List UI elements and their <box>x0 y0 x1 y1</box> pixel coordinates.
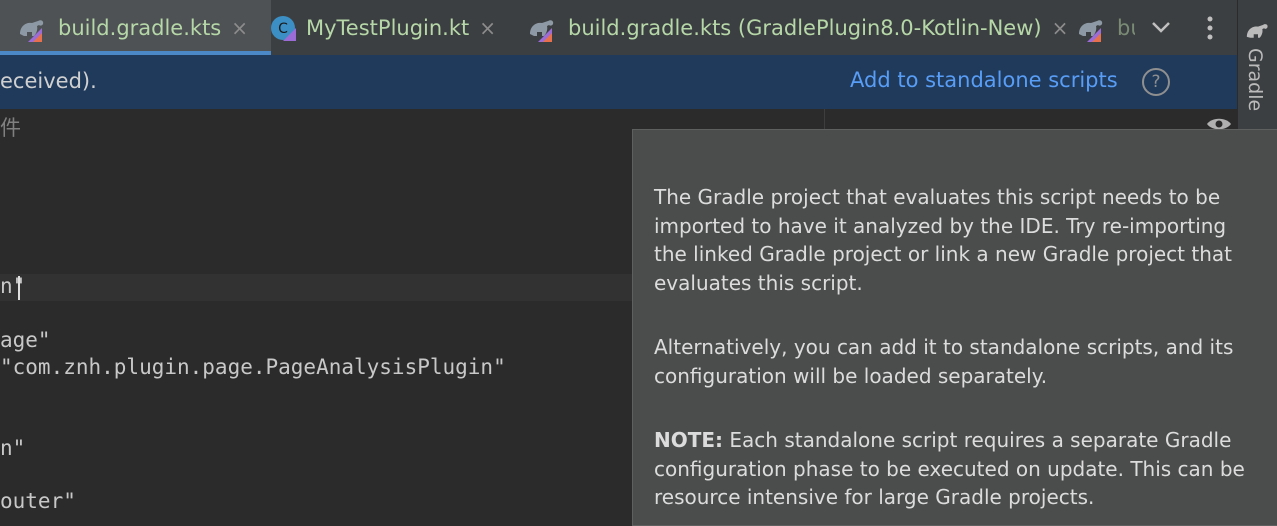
tab-build-gradle-truncated[interactable]: bu <box>1075 0 1135 55</box>
close-icon[interactable]: × <box>1052 16 1069 40</box>
kotlin-class-icon: C <box>270 15 296 41</box>
tab-label: build.gradle.kts (GradlePlugin8.0-Kotlin… <box>568 15 1042 40</box>
tool-window-gradle-label[interactable]: Gradle <box>1244 48 1266 111</box>
popup-paragraph-note: NOTE: Each standalone script requires a … <box>654 426 1254 512</box>
tab-label: bu <box>1117 15 1135 40</box>
more-options-icon[interactable] <box>1200 14 1220 42</box>
tab-label: MyTestPlugin.kt <box>306 15 470 40</box>
notification-banner: eceived). Add to standalone scripts ? <box>0 55 1237 109</box>
add-to-standalone-scripts-link[interactable]: Add to standalone scripts <box>850 68 1118 92</box>
tab-mytestplugin-kt[interactable]: C MyTestPlugin.kt × <box>270 0 496 55</box>
text-caret <box>18 276 20 300</box>
gradle-kotlin-icon <box>1075 12 1107 44</box>
close-icon[interactable]: × <box>479 16 496 40</box>
gradle-kotlin-icon <box>16 12 48 44</box>
close-icon[interactable]: × <box>231 16 248 40</box>
help-icon[interactable]: ? <box>1142 68 1170 96</box>
code-line: n" <box>0 274 26 298</box>
tab-label: build.gradle.kts <box>58 15 222 40</box>
tab-build-gradle-kts-kotlin-new[interactable]: build.gradle.kts (GradlePlugin8.0-Kotlin… <box>526 0 1068 55</box>
popup-paragraph-standalone: Alternatively, you can add it to standal… <box>654 335 1234 388</box>
code-line: outer" <box>0 489 76 513</box>
code-line: n" <box>0 436 26 460</box>
code-line: 件 <box>0 116 21 140</box>
banner-message: eceived). <box>0 69 97 93</box>
code-line: "com.znh.plugin.page.PageAnalysisPlugin" <box>0 355 506 379</box>
gradle-elephant-icon[interactable] <box>1244 18 1272 46</box>
note-label: NOTE: <box>654 428 724 452</box>
gradle-script-info-popup: The Gradle project that evaluates this s… <box>632 129 1277 526</box>
editor-tab-bar: build.gradle.kts × C MyTestPlugin.kt × b… <box>0 0 1237 55</box>
svg-text:C: C <box>278 21 288 37</box>
popup-paragraph-import: The Gradle project that evaluates this s… <box>654 185 1232 295</box>
note-text: Each standalone script requires a separa… <box>654 428 1245 509</box>
code-line: age" <box>0 328 51 352</box>
chevron-down-icon[interactable] <box>1148 14 1174 40</box>
gradle-kotlin-icon <box>526 12 558 44</box>
tab-build-gradle-kts[interactable]: build.gradle.kts × <box>0 0 271 55</box>
